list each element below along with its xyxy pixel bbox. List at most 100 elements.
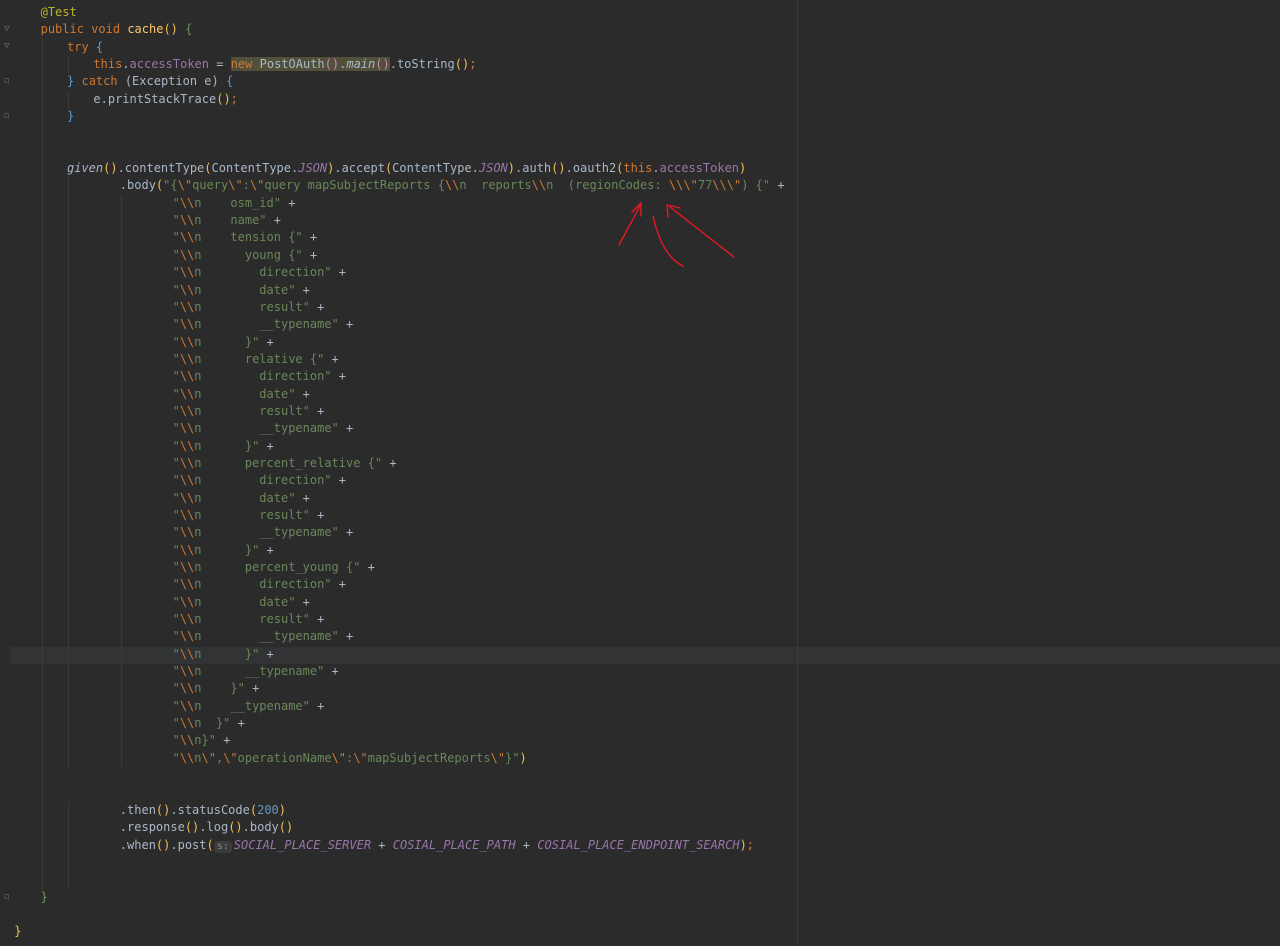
code-line[interactable]: "\\n percent_relative {" + [0,454,1280,473]
code-line[interactable]: } [0,889,1280,906]
code-line[interactable] [0,125,1280,143]
indent-guide [41,715,43,733]
code-line[interactable]: "\\n relative {" + [0,350,1280,369]
indent-guide [120,541,122,559]
method-name: cache [127,22,164,37]
code-line[interactable]: "\\n date" + [0,489,1280,507]
code-line[interactable]: "\\n name" + [0,212,1280,230]
indent-guide [120,229,122,247]
indent-guide [68,333,69,351]
indent-guide [41,281,43,299]
code-line[interactable]: "\\n date" + [0,593,1280,612]
indent-guide [120,593,122,612]
indent-guide [68,368,69,386]
code-line[interactable]: "\\n }" + [0,680,1280,698]
code-line[interactable]: "\\n direction" + [0,264,1280,282]
code-line[interactable]: } catch (Exception e) { [0,73,1280,91]
code-line[interactable]: "\\n osm_id" + [0,194,1280,213]
code-line[interactable]: .then().statusCode(200) [0,801,1280,820]
code-line[interactable]: "\\n }" + [0,715,1280,733]
code-line[interactable]: public void cache() { [0,21,1280,38]
code-line[interactable] [0,871,1280,889]
indent-guide [68,819,69,837]
indent-guide [41,368,43,386]
server-constant: SOCIAL_PLACE_SERVER [233,837,372,852]
indent-guide [120,212,122,230]
indent-guide [41,56,43,74]
code-line[interactable]: "\\n result" + [0,611,1280,629]
indent-guide [120,350,122,369]
indent-guide [41,506,43,525]
code-line[interactable] [0,906,1280,923]
indent-guide [68,576,69,594]
code-line[interactable]: "\\n}" + [0,732,1280,750]
indent-guide [41,212,43,230]
code-line[interactable]: "\\n direction" + [0,472,1280,490]
code-line[interactable]: "\\n result" + [0,506,1280,525]
code-line[interactable]: "\\n }" + [0,437,1280,455]
code-line[interactable]: "\\n percent_young {" + [0,559,1280,577]
indent-guide [120,645,122,664]
code-line[interactable]: "\\n date" + [0,385,1280,403]
indent-guide [68,663,69,681]
code-line[interactable]: "\\n tension {" + [0,229,1280,247]
indent-guide [68,56,69,74]
indent-guide [120,663,122,681]
path-constant: COSIAL_PLACE_PATH [392,837,516,852]
code-editor[interactable]: @Test public void cache() {try {this.acce… [0,4,1280,941]
indent-guide [120,576,122,594]
indent-guide [120,437,122,455]
code-line[interactable]: "\\n __typename" + [0,420,1280,438]
code-line[interactable]: "\\n\",\"operationName\":\"mapSubjectRep… [0,749,1280,768]
indent-guide [41,316,43,334]
indent-guide [120,194,122,213]
indent-guide [68,437,69,455]
code-line[interactable]: "\\n date" + [0,281,1280,299]
indent-guide [41,90,43,109]
code-line[interactable]: "\\n __typename" + [0,697,1280,716]
code-line[interactable]: "\\n direction" + [0,368,1280,386]
indent-guide [41,611,43,629]
indent-guide [41,454,43,473]
code-line[interactable] [0,784,1280,802]
code-line[interactable] [0,142,1280,161]
code-line[interactable]: "\\n __typename" + [0,524,1280,542]
code-line[interactable]: .body("{\"query\":\"query mapSubjectRepo… [0,177,1280,195]
code-line[interactable]: } [0,923,1280,940]
indent-guide [41,194,43,213]
code-line[interactable]: .when().post(s: SOCIAL_PLACE_SERVER + COS… [0,836,1280,854]
code-line[interactable]: "\\n __typename" + [0,628,1280,646]
code-line[interactable]: "\\n result" + [0,402,1280,421]
code-line[interactable]: "\\n }" + [0,645,1280,664]
code-line[interactable]: "\\n }" + [0,541,1280,559]
code-line[interactable]: given().contentType(ContentType.JSON).ac… [0,160,1280,178]
catch-keyword: catch [81,74,118,89]
code-line[interactable]: this.accessToken = new PostOAuth().main(… [0,56,1280,74]
code-line[interactable]: try { [0,38,1280,57]
code-line[interactable]: "\\n direction" + [0,576,1280,594]
indent-guide [68,853,69,872]
code-line[interactable] [0,853,1280,872]
indent-guide [41,142,43,161]
code-line[interactable]: .response().log().body() [0,819,1280,837]
indent-guide [120,680,122,698]
code-line[interactable]: e.printStackTrace(); [0,90,1280,109]
code-line[interactable]: "\\n __typename" + [0,316,1280,334]
status-code-value: 200 [257,802,279,817]
code-line[interactable]: "\\n __typename" + [0,663,1280,681]
code-line[interactable]: } [0,108,1280,126]
code-line[interactable] [0,767,1280,785]
indent-guide [68,559,69,577]
code-line[interactable]: "\\n }" + [0,333,1280,351]
method-modifiers: public void [40,22,121,37]
indent-guide [120,472,122,490]
indent-guide [68,212,69,230]
indent-guide [68,697,69,716]
indent-guide [120,715,122,733]
code-line[interactable]: "\\n young {" + [0,246,1280,265]
indent-guide [41,819,43,837]
code-line[interactable]: @Test [0,4,1280,21]
indent-guide [68,385,69,403]
code-line[interactable]: "\\n result" + [0,298,1280,317]
indent-guide [68,645,69,664]
